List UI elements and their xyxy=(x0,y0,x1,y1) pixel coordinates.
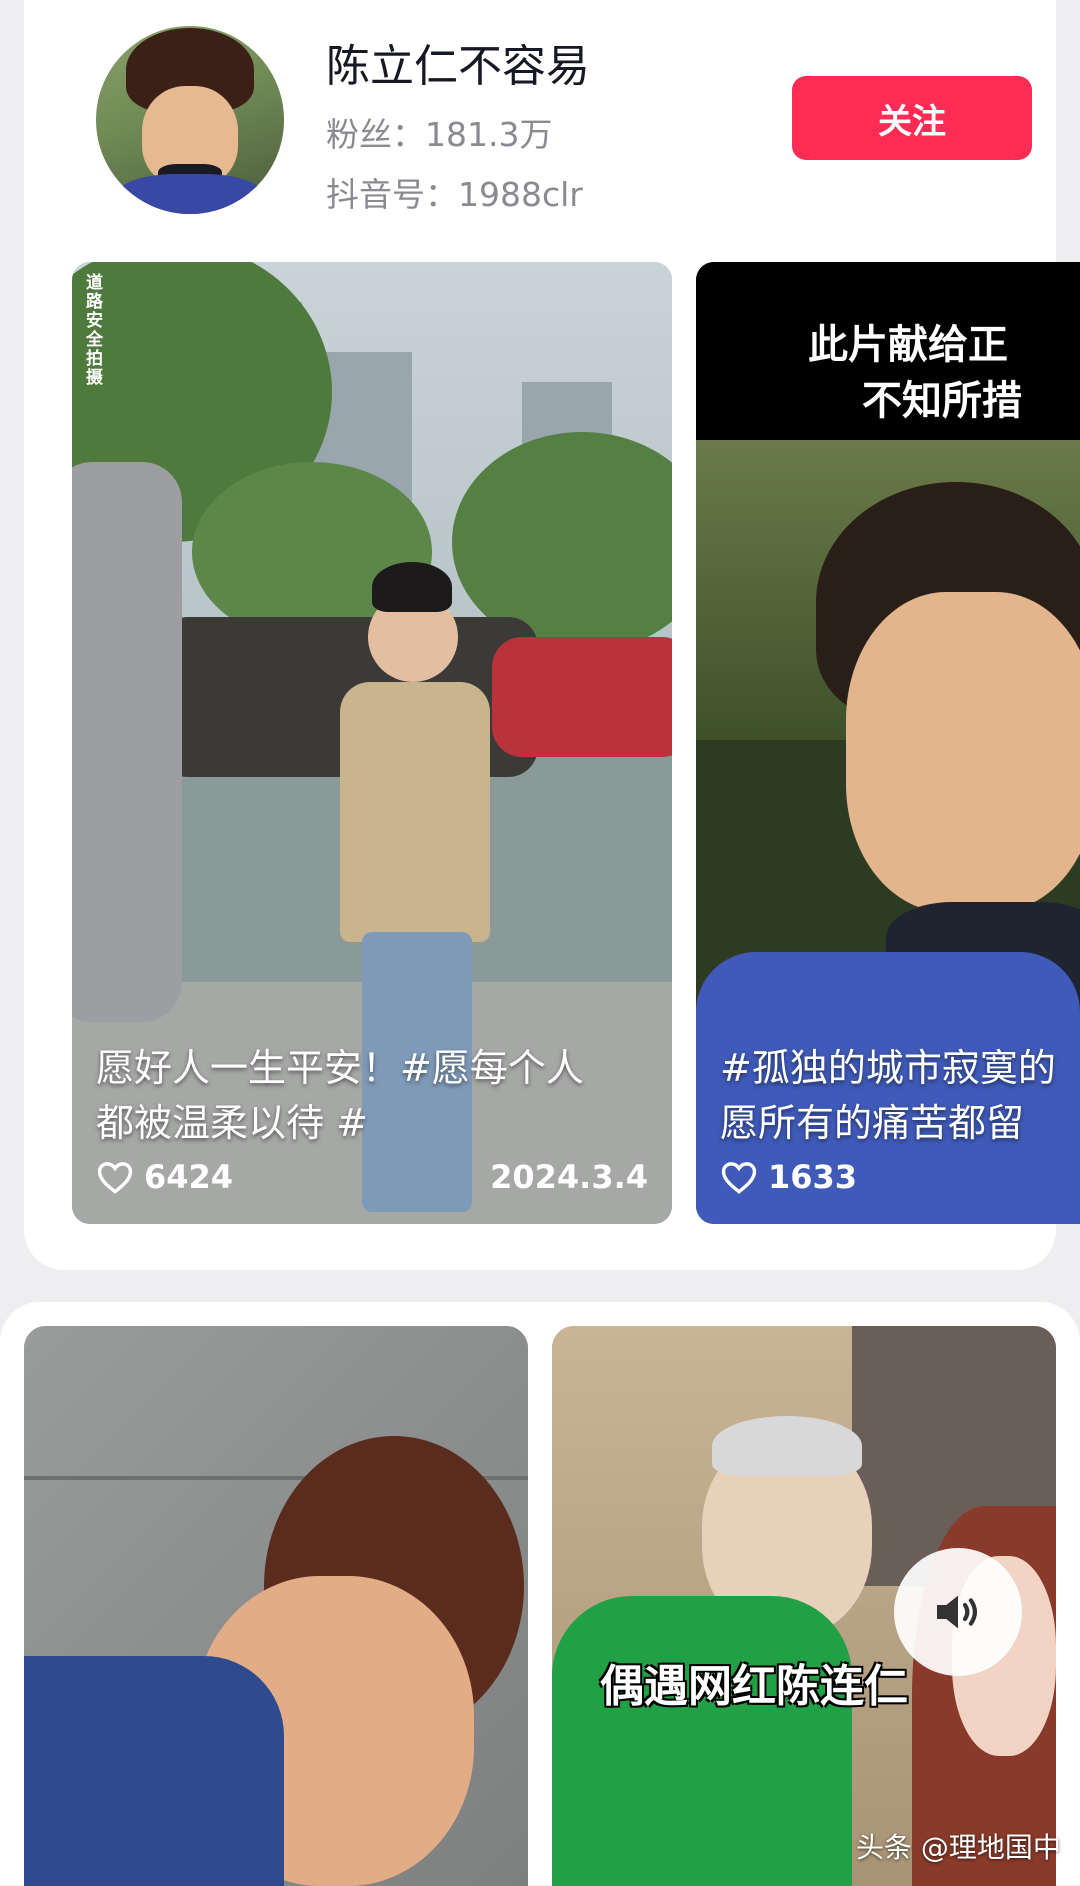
video-banner: 此片献给正 不知所措 xyxy=(696,262,1080,440)
like-number: 6424 xyxy=(144,1158,234,1196)
video-overlay-text: 偶遇网红陈连仁 xyxy=(600,1661,908,1712)
video-caption-line: 都被温柔以待 # xyxy=(96,1101,368,1145)
banner-text: 此片献给正 xyxy=(808,322,1008,368)
speaker-icon xyxy=(937,1595,978,1629)
person-hair xyxy=(372,562,452,612)
like-count[interactable]: 1633 xyxy=(720,1158,857,1196)
heart-icon xyxy=(721,1162,757,1194)
video-card-3[interactable] xyxy=(24,1326,528,1886)
person-jacket xyxy=(340,682,490,942)
car xyxy=(492,637,672,757)
banner-text: 不知所措 xyxy=(862,378,1022,424)
heart-icon xyxy=(97,1162,133,1194)
douyin-id: 抖音号：1988clr xyxy=(326,175,583,214)
video-caption-line: 愿所有的痛苦都留 xyxy=(720,1101,1025,1145)
profile-name: 陈立仁不容易 xyxy=(326,41,590,92)
sleeve xyxy=(24,1656,284,1886)
avatar-coat xyxy=(114,174,266,214)
video-card-2[interactable]: 此片献给正 不知所措 #孤独的城市寂寞的 愿所有的痛苦都留 1633 xyxy=(696,262,1080,1224)
like-count[interactable]: 6424 xyxy=(96,1158,233,1196)
follow-button[interactable]: 关注 xyxy=(792,76,1032,160)
video-date: 2024.3.4 xyxy=(490,1158,648,1196)
video-card-1[interactable]: 道路安全拍摄 愿好人一生平安！#愿每个人 都被温柔以待 # 6424 2024.… xyxy=(72,262,672,1224)
video-caption-line: #孤独的城市寂寞的 xyxy=(720,1046,1056,1090)
source-watermark: 头条 @理地国中 xyxy=(856,1831,1061,1864)
sound-button[interactable] xyxy=(894,1548,1022,1676)
like-number: 1633 xyxy=(768,1158,858,1196)
green-shirt xyxy=(552,1596,852,1886)
white-hair xyxy=(712,1416,862,1476)
vertical-watermark: 道路安全拍摄 xyxy=(86,273,103,388)
face xyxy=(846,592,1080,912)
van xyxy=(72,462,182,1022)
avatar[interactable] xyxy=(96,26,284,214)
video-caption-line: 愿好人一生平安！#愿每个人 xyxy=(96,1046,584,1090)
fans-count: 粉丝：181.3万 xyxy=(326,115,553,154)
